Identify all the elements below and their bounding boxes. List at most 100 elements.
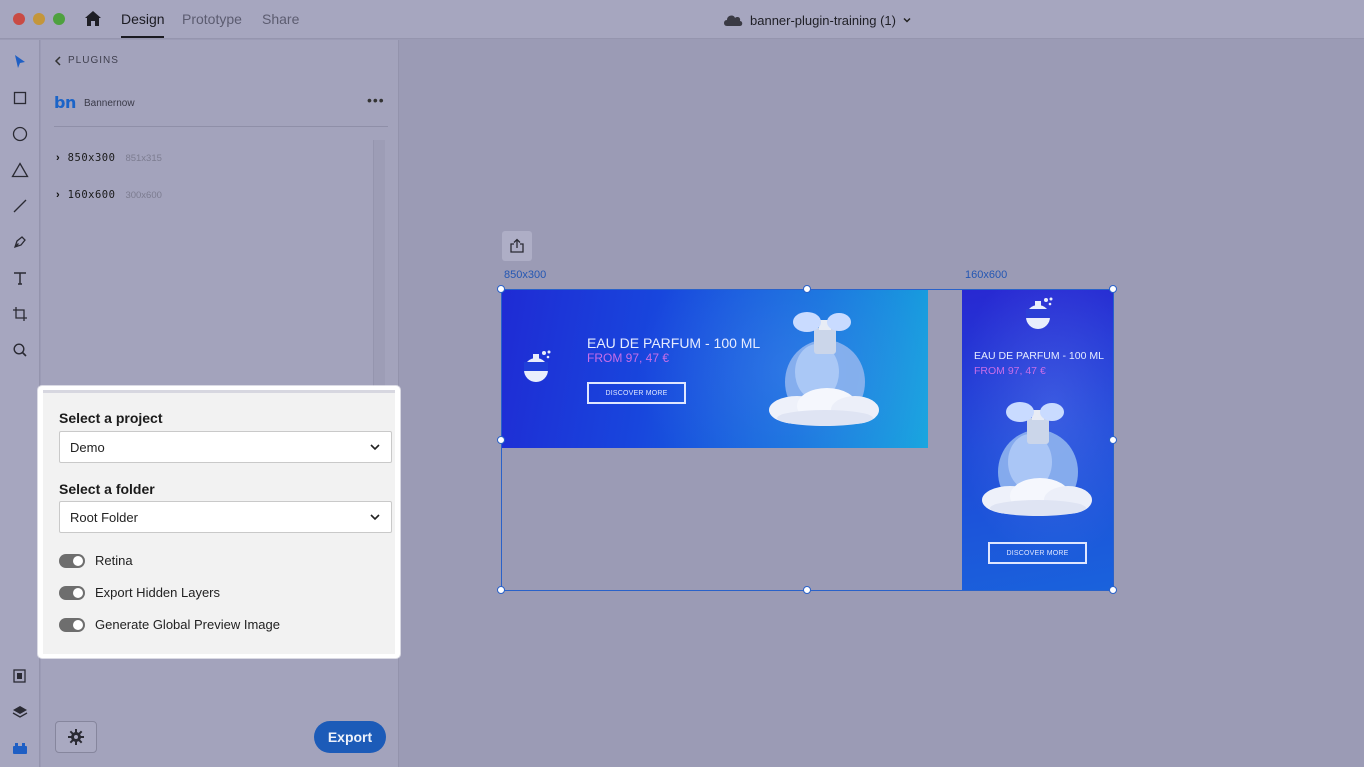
artboard-list-name: 850x300 [67,152,116,164]
artboard-icon [13,307,27,321]
line-tool[interactable] [10,196,30,216]
plugins-icon [13,743,27,754]
rectangle-icon [13,91,27,105]
document-title-menu[interactable]: banner-plugin-training (1) [722,10,912,30]
artboard-list-name: 160x600 [67,189,116,201]
folder-select-value: Root Folder [70,509,138,525]
chevron-down-icon [903,17,911,23]
plugin-name: Bannernow [84,98,135,109]
share-icon [510,238,524,253]
global-preview-label: Generate Global Preview Image [95,617,280,632]
retina-toggle-row[interactable]: Retina [59,553,133,568]
resize-handle-top-right[interactable] [1109,285,1117,293]
document-assets-icon [13,669,26,683]
tab-prototype[interactable]: Prototype [182,11,242,27]
chevron-left-icon [54,55,61,66]
artboard-list-item[interactable]: › 160x600 300x600 [56,189,162,201]
resize-handle-right[interactable] [1109,436,1117,444]
global-preview-toggle[interactable] [59,617,85,632]
plugins-tool[interactable] [10,738,30,758]
chevron-down-icon [370,514,380,521]
ad-price: FROM 97, 47 € [587,351,670,365]
gear-icon [68,729,84,745]
pen-tool[interactable] [10,232,30,252]
ad-discover-button: DISCOVER MORE [587,382,686,404]
share-for-review-button[interactable] [502,231,532,261]
export-hidden-layers-toggle-row[interactable]: Export Hidden Layers [59,585,220,600]
perfume-bottle-image [769,312,879,426]
close-window-button[interactable] [13,13,25,25]
resize-handle-top-left[interactable] [497,285,505,293]
title-bar: Design Prototype Share banner-plugin-tra… [0,0,1364,39]
bannernow-logo: bn [54,93,76,112]
folder-label: Select a folder [59,481,155,497]
rectangle-tool[interactable] [10,88,30,108]
artboard-list-detail: 851x315 [125,152,162,164]
panel-divider [54,126,388,127]
zoom-tool[interactable] [10,340,30,360]
perfume-logo-icon [524,350,551,382]
artboard-list-scrollbar[interactable] [373,140,385,386]
select-tool[interactable] [10,52,30,72]
home-icon[interactable] [83,9,103,29]
minimize-window-button[interactable] [33,13,45,25]
tools-toolbar [0,40,40,767]
select-icon [15,55,25,68]
plugins-back-label: PLUGINS [68,55,119,66]
zoom-icon [13,343,27,357]
active-tab-indicator [121,36,164,38]
artboard-list-detail: 300x600 [125,189,162,201]
more-options-button[interactable]: ••• [367,92,385,108]
export-hidden-layers-toggle[interactable] [59,585,85,600]
retina-toggle[interactable] [59,553,85,568]
project-select[interactable]: Demo [59,431,392,463]
plugins-back-link[interactable]: PLUGINS [54,55,119,66]
project-select-value: Demo [70,439,105,455]
artboard-label-850x300[interactable]: 850x300 [504,269,546,281]
ad-discover-button: DISCOVER MORE [988,542,1087,564]
document-assets-tool[interactable] [10,666,30,686]
export-settings-content: Select a project Demo Select a folder Ro… [43,390,395,654]
ad-title: EAU DE PARFUM - 100 ML [974,350,1104,362]
polygon-tool[interactable] [10,160,30,180]
layers-tool[interactable] [10,702,30,722]
line-icon [13,199,27,213]
pen-icon [13,236,26,249]
maximize-window-button[interactable] [53,13,65,25]
chevron-right-icon: › [56,189,60,201]
retina-label: Retina [95,553,133,568]
perfume-bottle-image [982,402,1092,516]
document-title: banner-plugin-training (1) [750,12,896,28]
resize-handle-left[interactable] [497,436,505,444]
ad-price: FROM 97, 47 € [974,365,1046,377]
export-hidden-layers-label: Export Hidden Layers [95,585,221,600]
artboard-850x300[interactable]: EAU DE PARFUM - 100 ML FROM 97, 47 € DIS… [502,290,928,448]
artboard-list-item[interactable]: › 850x300 851x315 [56,152,162,164]
perfume-logo-icon [1026,297,1053,329]
resize-handle-bottom[interactable] [803,586,811,594]
global-preview-toggle-row[interactable]: Generate Global Preview Image [59,617,280,632]
tab-share[interactable]: Share [262,11,299,27]
ad-title: EAU DE PARFUM - 100 ML [587,335,761,351]
resize-handle-bottom-left[interactable] [497,586,505,594]
ellipse-tool[interactable] [10,124,30,144]
cloud-icon [724,15,743,26]
chevron-right-icon: › [56,152,60,164]
triangle-icon [11,162,29,178]
artboard-label-160x600[interactable]: 160x600 [965,269,1007,281]
artboard-tool[interactable] [10,304,30,324]
chevron-down-icon [370,444,380,451]
export-button[interactable]: Export [314,721,386,753]
tab-design[interactable]: Design [121,11,165,27]
export-settings-popup: Select a project Demo Select a folder Ro… [38,386,400,658]
layers-icon [12,706,28,718]
text-tool[interactable] [10,268,30,288]
text-icon [14,272,26,285]
resize-handle-bottom-right[interactable] [1109,586,1117,594]
folder-select[interactable]: Root Folder [59,501,392,533]
ellipse-icon [12,126,28,142]
settings-button[interactable] [55,721,97,753]
project-label: Select a project [59,410,163,426]
resize-handle-top[interactable] [803,285,811,293]
artboard-160x600[interactable]: EAU DE PARFUM - 100 ML FROM 97, 47 € DIS… [962,290,1113,590]
